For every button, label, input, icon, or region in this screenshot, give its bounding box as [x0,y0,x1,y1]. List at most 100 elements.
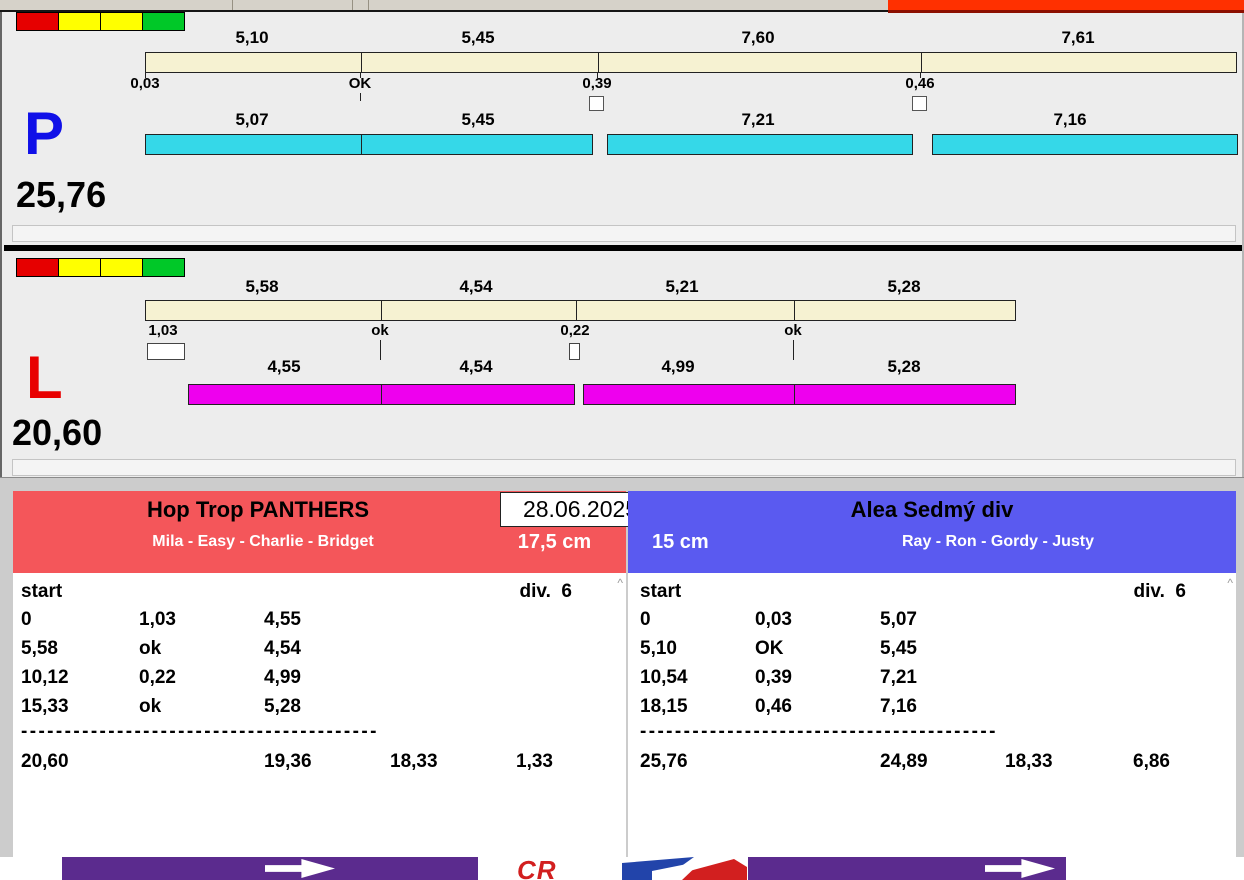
start-light-red-icon [16,12,59,31]
dog-time-cell: 4,55 [264,609,301,630]
division-label: div. 6 [519,581,572,602]
p-change-mark: 0,39 [582,75,612,92]
p-timeline-bar [145,52,1237,73]
total-time: 25,76 [640,751,688,772]
p-split-time: 5,45 [461,28,495,47]
start-lights-l [16,258,185,277]
cum-time-cell: 0 [640,609,651,630]
l-dog-time: 4,99 [661,357,695,376]
p-status-strip [12,225,1236,242]
l-change-mark: ok [371,322,389,339]
l-dog-time: 5,28 [887,357,921,376]
p-split-time: 7,60 [741,28,775,47]
lane-l-letter: L [26,344,63,411]
p-dog-bar [932,134,1238,155]
l-dog-bar [583,384,1016,405]
change-cell: ok [139,638,162,659]
flag-logo-icon [622,857,747,880]
summary-value: 19,36 [264,751,312,772]
start-label: start [640,581,682,602]
right-team-run-table: start div. 6 ^ 0 0,03 5,07 5,10 OK 5,45 … [628,573,1236,858]
p-dog-time: 5,07 [235,110,269,129]
p-change-mark: 0,46 [905,75,935,92]
bar-divider [794,384,795,405]
p-dog-time: 7,21 [741,110,775,129]
start-light-yellow-icon [58,12,101,31]
l-change-mark: 1,03 [148,322,178,339]
summary-value: 18,33 [390,751,438,772]
dog-time-cell: 4,54 [264,638,301,659]
l-fault-box[interactable] [569,343,580,360]
right-team-dogs: Ray - Ron - Gordy - Justy [901,533,1095,550]
total-time: 20,60 [21,751,69,772]
l-timeline-bar [145,300,1016,321]
p-split-time: 7,61 [1061,28,1095,47]
bar-divider [794,300,795,321]
p-split-time: 5,10 [235,28,269,47]
window-top-strip [0,0,1244,13]
l-dog-bar [188,384,575,405]
change-cell: 0,39 [755,667,792,688]
p-dog-bar [607,134,913,155]
left-team-run-table: start div. 6 ^ 0 1,03 4,55 5,58 ok 4,54 … [13,573,626,858]
tick-mark [380,340,381,360]
toolbar-separator [232,0,233,10]
toolbar-separator [368,0,369,10]
bar-divider [361,134,362,155]
start-light-green-icon [142,12,185,31]
separator-line: ----------------------------------------… [21,721,379,742]
start-label: start [21,581,63,602]
scroll-up-arrow[interactable]: ^ [617,576,623,590]
l-dog-time: 4,55 [267,357,301,376]
bar-divider [361,52,362,73]
change-cell: 0,46 [755,696,792,717]
scroll-up-arrow[interactable]: ^ [1227,576,1233,590]
p-dog-time: 7,16 [1053,110,1087,129]
l-split-time: 4,54 [459,277,493,296]
toolbar-separator [352,0,353,10]
dog-time-cell: 5,07 [880,609,917,630]
change-cell: 0,03 [755,609,792,630]
bar-divider [576,300,577,321]
summary-value: 6,86 [1133,751,1170,772]
l-change-mark: ok [784,322,802,339]
l-split-time: 5,28 [887,277,921,296]
start-light-yellow-icon [100,258,143,277]
l-split-time: 5,58 [245,277,279,296]
sponsor-banner: CR [0,857,1244,880]
bar-divider [921,52,922,73]
summary-value: 24,89 [880,751,928,772]
start-light-red-icon [16,258,59,277]
dog-time-cell: 5,45 [880,638,917,659]
lane-l-total-time: 20,60 [12,412,103,453]
left-jump-height: 17,5 cm [517,531,592,553]
cum-time-cell: 15,33 [21,696,69,717]
lane-divider [4,245,1242,251]
cum-time-cell: 10,12 [21,667,69,688]
l-change-mark: 0,22 [560,322,590,339]
l-start-fault-box[interactable] [147,343,185,360]
right-team-name: Alea Sedmý div [850,497,1014,522]
left-team-name: Hop Trop PANTHERS [146,497,370,522]
l-dog-time: 4,54 [459,357,493,376]
separator-line: ----------------------------------------… [640,721,998,742]
l-status-strip [12,459,1236,476]
right-team-header: Alea Sedmý div 15 cm Ray - Ron - Gordy -… [628,491,1236,573]
start-light-yellow-icon [100,12,143,31]
right-jump-height: 15 cm [652,531,709,553]
left-team-dogs: Mila - Easy - Charlie - Bridget [152,533,374,550]
flyball-timing-window: 5,10 5,45 7,60 7,61 0,03 OK 0,39 0,46 5,… [0,0,1244,880]
lane-p-letter: P [24,100,65,167]
summary-value: 1,33 [516,751,553,772]
dog-time-cell: 5,28 [264,696,301,717]
p-dog-bar [145,134,593,155]
cum-time-cell: 0 [21,609,32,630]
cum-time-cell: 5,10 [640,638,677,659]
cum-time-cell: 18,15 [640,696,688,717]
summary-value: 18,33 [1005,751,1053,772]
division-label: div. 6 [1133,581,1186,602]
p-fault-checkbox[interactable] [589,96,604,111]
p-fault-checkbox[interactable] [912,96,927,111]
change-cell: 1,03 [139,609,176,630]
change-cell: OK [755,638,784,659]
